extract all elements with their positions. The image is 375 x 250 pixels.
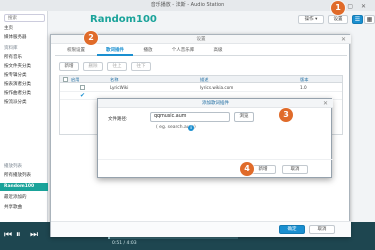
column-description: 描述: [200, 77, 209, 82]
tab-advanced[interactable]: 高级: [207, 45, 229, 56]
grid-icon: ▦: [366, 16, 373, 23]
window-titlebar: 音乐播放 - 法斯 - Audio Station: [0, 0, 375, 11]
column-name: 名称: [110, 77, 119, 82]
row-version: 1.0: [300, 85, 307, 90]
list-icon: ☰: [354, 16, 361, 23]
next-icon[interactable]: ⏭: [30, 229, 39, 241]
sidebar-item-by-album[interactable]: 按专辑分类: [4, 72, 48, 80]
tab-playback[interactable]: 播放: [137, 45, 159, 56]
select-all-checkbox[interactable]: [63, 77, 68, 82]
sidebar-item-random100[interactable]: Random100: [0, 183, 48, 191]
sidebar-item-recently-added[interactable]: 最近添加的: [4, 194, 48, 202]
sidebar-item-by-composer[interactable]: 按作曲者分类: [4, 90, 48, 98]
sidebar-group-playlists: 播放列表: [4, 164, 22, 169]
browse-button[interactable]: 浏览: [234, 112, 254, 122]
move-down-button[interactable]: 往下: [131, 62, 151, 71]
close-icon[interactable]: ✕: [323, 100, 328, 107]
tab-permissions[interactable]: 权限设置: [59, 45, 93, 56]
step-marker-4: 4: [240, 162, 254, 176]
checkmark-icon[interactable]: ✔: [80, 92, 85, 100]
close-icon[interactable]: ✕: [341, 36, 346, 43]
sidebar-search-input[interactable]: 搜索: [4, 14, 45, 22]
page-title: Random100: [90, 14, 157, 25]
column-version: 版本: [300, 77, 309, 82]
playback-time: 0:51 / 4:03: [112, 241, 137, 246]
step-marker-2: 2: [84, 31, 98, 45]
plugin-table-header: 启用 名称 描述 版本: [60, 76, 342, 83]
modal-title: 添加歌词插件: [98, 99, 333, 108]
column-enabled: 启用: [71, 77, 80, 82]
progress-track[interactable]: [108, 237, 238, 239]
previous-icon[interactable]: ⏮: [4, 229, 13, 241]
window-title: 音乐播放 - 法斯 - Audio Station: [150, 2, 225, 8]
settings-button[interactable]: 设置: [328, 15, 348, 24]
sidebar-item-by-folder[interactable]: 按文件夹分类: [4, 63, 48, 71]
modal-divider: [98, 159, 333, 160]
file-path-label: 文件路径:: [108, 117, 128, 122]
row-name: LyricWiki: [110, 85, 129, 90]
sidebar-group-library: 资料库: [4, 46, 18, 51]
pause-icon[interactable]: ⏸: [16, 229, 25, 241]
modal-cancel-button[interactable]: 取消: [282, 165, 308, 174]
sidebar: 搜索 主页 媒体服务器 资料库 所有音乐 按文件夹分类 按专辑分类 按表演者分类…: [0, 11, 48, 236]
cancel-button[interactable]: 取消: [309, 225, 335, 234]
file-path-input[interactable]: qqmusic.aum: [150, 112, 230, 122]
tab-lyrics-plugin[interactable]: 歌词插件: [97, 45, 133, 56]
row-enabled-checkbox[interactable]: [80, 85, 85, 90]
progress-fill: [108, 237, 110, 239]
tab-personal-library[interactable]: 个人音乐库: [163, 45, 203, 56]
settings-dialog-footer: 确定 取消: [51, 221, 351, 237]
sidebar-item-all-music[interactable]: 所有音乐: [4, 54, 48, 62]
step-marker-3: 3: [279, 108, 293, 122]
list-view-button[interactable]: ☰: [352, 15, 363, 24]
sidebar-item-by-genre[interactable]: 按流派分类: [4, 99, 48, 107]
sidebar-item-all-playlists[interactable]: 所有播放列表: [4, 172, 48, 180]
settings-tabs: 权限设置 歌词插件 播放 个人音乐库 高级: [55, 45, 347, 56]
ok-button[interactable]: 确定: [279, 225, 305, 234]
sidebar-item-shared-songs[interactable]: 共享歌曲: [4, 204, 48, 212]
add-lyrics-plugin-modal: 添加歌词插件 ✕ 文件路径: qqmusic.aum 浏览 ( eg. sear…: [97, 98, 333, 178]
grid-view-button[interactable]: ▦: [364, 15, 375, 24]
step-marker-1: 1: [331, 1, 345, 15]
row-description: lyrics.wikia.com: [200, 85, 234, 90]
sidebar-item-home[interactable]: 主页: [4, 25, 48, 33]
info-icon[interactable]: i: [188, 125, 194, 131]
action-button[interactable]: 操作 ▾: [298, 15, 324, 24]
sidebar-item-by-artist[interactable]: 按表演者分类: [4, 81, 48, 89]
move-up-button[interactable]: 往上: [107, 62, 127, 71]
delete-plugin-button[interactable]: 删除: [83, 62, 103, 71]
sidebar-item-media-server[interactable]: 媒体服务器: [4, 34, 48, 42]
table-row[interactable]: LyricWiki lyrics.wikia.com 1.0: [60, 84, 342, 92]
add-plugin-button[interactable]: 新增: [59, 62, 79, 71]
